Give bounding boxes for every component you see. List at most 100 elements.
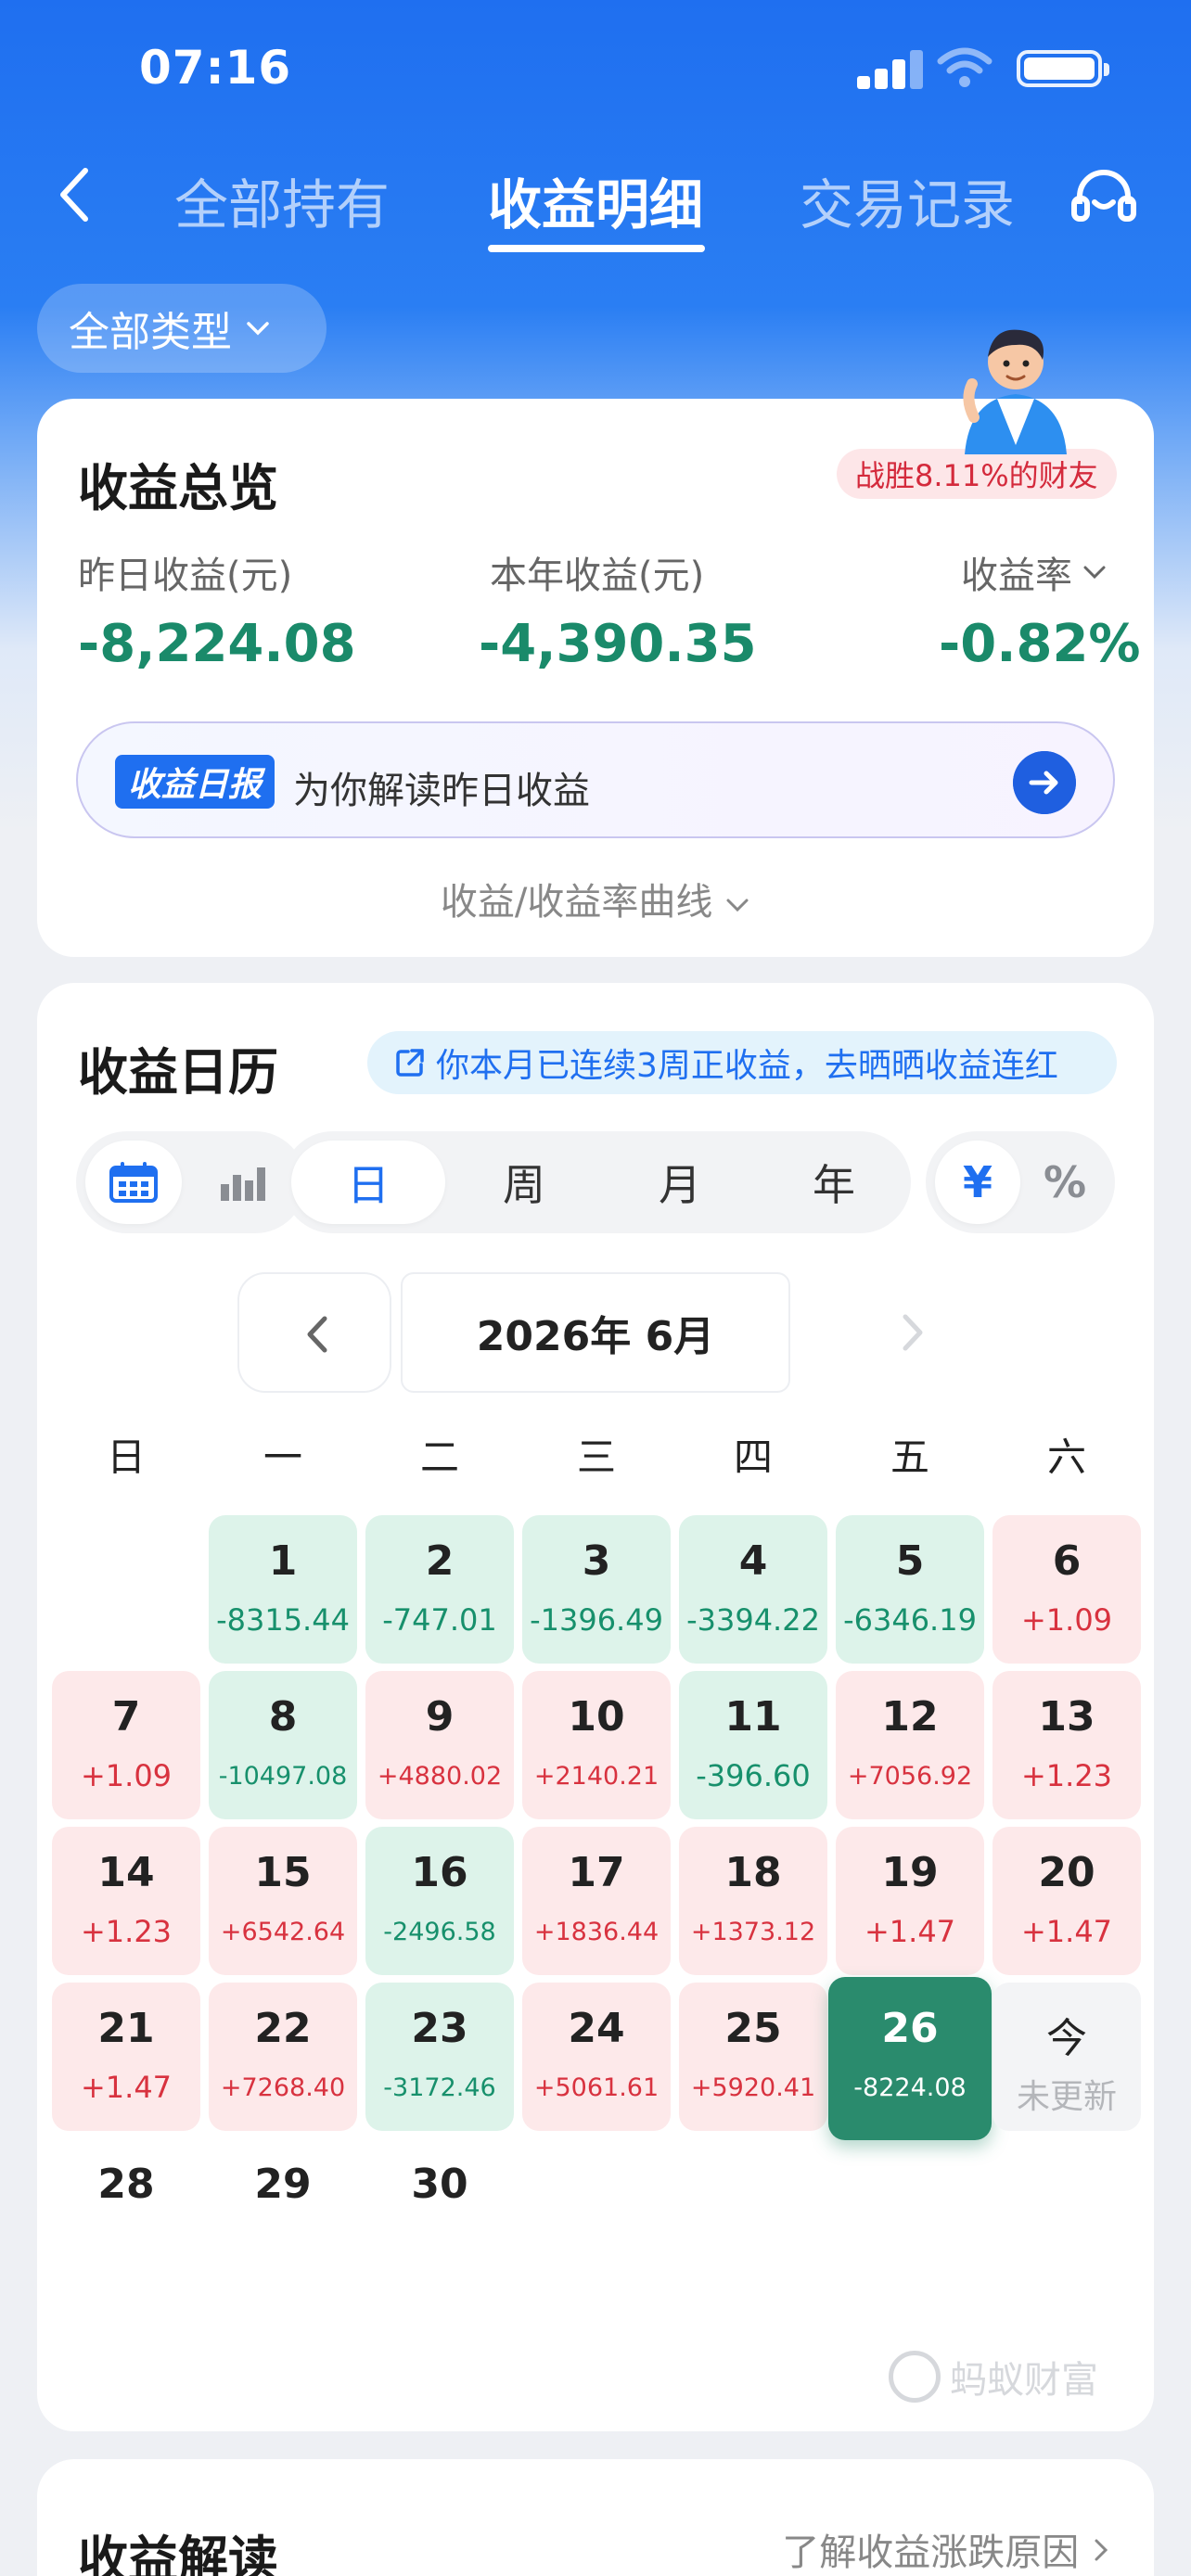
unit-toggle: ¥ %	[926, 1131, 1115, 1233]
calendar-title: 收益日历	[78, 1043, 278, 1102]
calendar-day[interactable]: 3 -1396.49	[522, 1515, 671, 1664]
rate-value: -0.82%	[939, 614, 1141, 674]
tab-all-holdings[interactable]: 全部持有	[174, 161, 390, 239]
daily-report-banner[interactable]: 收益日报 为你解读昨日收益	[76, 721, 1115, 838]
next-month-button[interactable]	[837, 1272, 991, 1393]
calendar-day[interactable]: 10 +2140.21	[522, 1671, 671, 1819]
chevron-right-icon	[1095, 2539, 1108, 2561]
day-number: 22	[254, 2005, 312, 2052]
day-earning: +1.23	[80, 1914, 173, 1949]
unit-currency-tab[interactable]: ¥	[935, 1141, 1020, 1224]
day-earning: +5061.61	[533, 2073, 660, 2102]
calendar-day[interactable]: 23 -3172.46	[365, 1983, 514, 2131]
day-earning: +1.09	[1020, 1602, 1113, 1638]
day-earning: 未更新	[1016, 2078, 1117, 2116]
day-number: 13	[1038, 1693, 1095, 1741]
period-week-tab[interactable]: 周	[447, 1141, 601, 1224]
streak-banner[interactable]: 你本月已连续3周正收益，去晒晒收益连红	[367, 1031, 1117, 1094]
tab-earnings-detail[interactable]: 收益明细	[488, 161, 703, 239]
calendar-day[interactable]: 30	[365, 2138, 514, 2287]
rate-selector[interactable]: 收益率	[961, 545, 1108, 599]
day-number: 23	[411, 2005, 468, 2052]
calendar-day[interactable]: 25 +5920.41	[679, 1983, 827, 2131]
rate-label: 收益率	[961, 555, 1072, 597]
calendar-day[interactable]: 15 +6542.64	[209, 1827, 357, 1975]
calendar-view-button[interactable]	[85, 1141, 182, 1224]
tab-transactions[interactable]: 交易记录	[800, 161, 1015, 239]
calendar-day[interactable]: 29	[209, 2138, 357, 2287]
calendar-day[interactable]: 24 +5061.61	[522, 1983, 671, 2131]
day-number: 16	[411, 1849, 468, 1896]
rank-badge[interactable]: 战胜8.11%的财友	[837, 449, 1117, 499]
curve-toggle[interactable]: 收益/收益率曲线	[37, 872, 1154, 925]
status-time: 07:16	[139, 41, 292, 95]
day-number: 6	[1052, 1537, 1082, 1585]
weekday-fri: 五	[890, 1435, 929, 1480]
calendar-day[interactable]: 21 +1.47	[52, 1983, 200, 2131]
calendar-day[interactable]: 28	[52, 2138, 200, 2287]
day-number: 4	[738, 1537, 768, 1585]
day-earning: -6346.19	[843, 1602, 977, 1638]
calendar-day[interactable]: 6 +1.09	[992, 1515, 1141, 1664]
calendar-icon	[109, 1162, 158, 1203]
chevron-down-icon	[247, 322, 269, 336]
mascot-illustration	[963, 329, 1067, 454]
day-number: 5	[895, 1537, 925, 1585]
day-number: 12	[881, 1693, 939, 1741]
calendar-day[interactable]: 5 -6346.19	[836, 1515, 984, 1664]
calendar-day[interactable]: 9 +4880.02	[365, 1671, 514, 1819]
customer-service-icon[interactable]	[1067, 161, 1141, 236]
period-month-tab[interactable]: 月	[603, 1141, 757, 1224]
day-earning: +6542.64	[220, 1918, 346, 1946]
calendar-day-today[interactable]: 今未更新	[992, 1983, 1141, 2131]
day-earning: +1.23	[1020, 1758, 1113, 1793]
day-earning: -3394.22	[686, 1602, 820, 1638]
calendar-day[interactable]: 4 -3394.22	[679, 1515, 827, 1664]
calendar-day[interactable]: 18 +1373.12	[679, 1827, 827, 1975]
calendar-day[interactable]: 7 +1.09	[52, 1671, 200, 1819]
period-year-tab[interactable]: 年	[757, 1141, 911, 1224]
calendar-day[interactable]: 12 +7056.92	[836, 1671, 984, 1819]
period-day-tab[interactable]: 日	[291, 1141, 445, 1224]
brand-watermark: 蚂蚁财富	[889, 2350, 1098, 2404]
calendar-day[interactable]: 22 +7268.40	[209, 1983, 357, 2131]
calendar-day[interactable]: 20 +1.47	[992, 1827, 1141, 1975]
calendar-day[interactable]: 8 -10497.08	[209, 1671, 357, 1819]
calendar-day[interactable]: 16 -2496.58	[365, 1827, 514, 1975]
day-earning: -8224.08	[853, 2073, 967, 2102]
share-icon	[396, 1049, 424, 1077]
day-number: 10	[568, 1693, 625, 1741]
calendar-day-selected[interactable]: 26 -8224.08	[828, 1977, 992, 2140]
bar-chart-icon	[221, 1167, 265, 1201]
day-earning: -3172.46	[383, 2073, 496, 2102]
calendar-day[interactable]: 1 -8315.44	[209, 1515, 357, 1664]
prev-month-button[interactable]	[237, 1272, 391, 1393]
unit-percent-tab[interactable]: %	[1022, 1141, 1108, 1224]
day-earning: +7268.40	[220, 2073, 346, 2102]
calendar-day[interactable]: 13 +1.23	[992, 1671, 1141, 1819]
weekday-mon: 一	[263, 1435, 302, 1480]
arrow-right-icon[interactable]	[1013, 751, 1076, 814]
calendar-day[interactable]: 19 +1.47	[836, 1827, 984, 1975]
daily-report-text: 为你解读昨日收益	[293, 770, 590, 812]
chevron-down-icon	[726, 899, 749, 912]
day-earning: -10497.08	[218, 1762, 348, 1791]
chart-view-button[interactable]	[191, 1141, 297, 1224]
calendar-day[interactable]: 14 +1.23	[52, 1827, 200, 1975]
calendar-day[interactable]: 17 +1836.44	[522, 1827, 671, 1975]
day-earning: +1373.12	[690, 1918, 816, 1946]
calendar-day[interactable]: 11 -396.60	[679, 1671, 827, 1819]
calendar-day[interactable]: 2 -747.01	[365, 1515, 514, 1664]
day-earning: -396.60	[696, 1758, 811, 1793]
back-arrow-icon[interactable]	[46, 158, 102, 232]
chevron-right-icon	[903, 1314, 923, 1351]
earnings-reason-link[interactable]: 了解收益涨跌原因	[782, 2522, 1113, 2576]
signal-icon	[857, 48, 923, 89]
day-number: 15	[254, 1849, 312, 1896]
type-filter-dropdown[interactable]: 全部类型	[37, 284, 327, 373]
month-label: 2026年 6月	[401, 1272, 790, 1393]
day-number: 8	[268, 1693, 298, 1741]
battery-icon	[1017, 50, 1109, 87]
day-number: 9	[425, 1693, 455, 1741]
top-nav: 全部持有 收益明细 交易记录	[0, 148, 1191, 260]
